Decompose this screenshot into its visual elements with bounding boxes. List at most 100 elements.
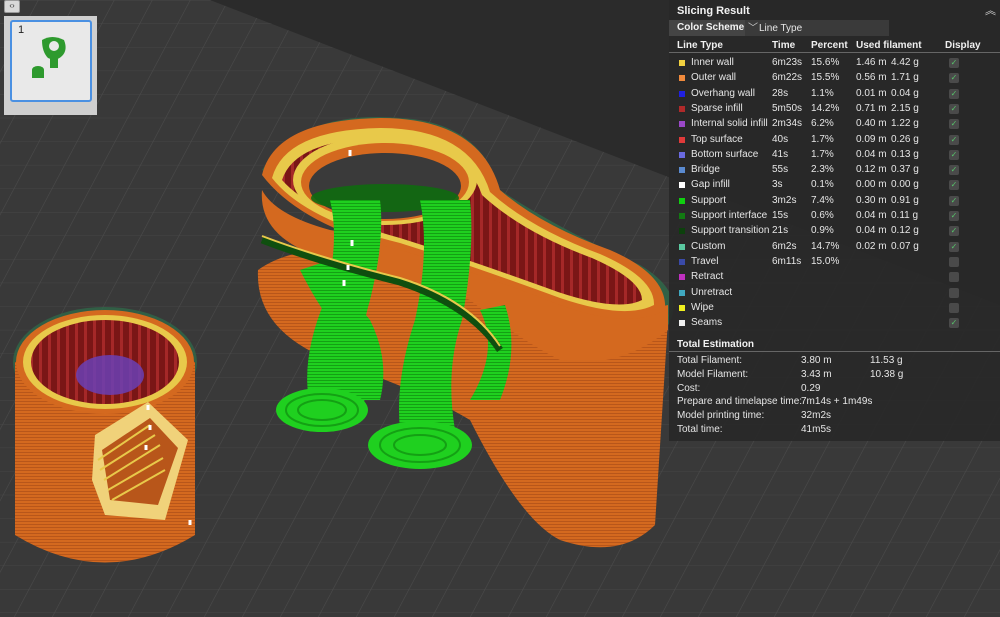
display-checkbox[interactable]: ✓ [949, 211, 959, 221]
line-type-name: Top surface [691, 133, 743, 145]
display-checkbox[interactable]: ✓ [949, 119, 959, 130]
line-type-percent: 6.2% [811, 118, 834, 130]
line-type-percent: 0.6% [811, 210, 834, 221]
display-checkbox[interactable]: ✓ [949, 226, 959, 237]
line-type-row[interactable]: Top surface 40s 1.7% 0.09 m 0.26 g ✓ [669, 134, 1000, 149]
estimation-title: Total Estimation [677, 339, 755, 350]
line-type-row[interactable]: Bridge 55s 2.3% 0.12 m 0.37 g ✓ [669, 164, 1000, 179]
display-checkbox[interactable]: ✓ [949, 180, 959, 191]
display-checkbox[interactable]: ✓ [949, 165, 959, 176]
line-type-weight: 0.04 g [891, 87, 919, 99]
line-type-name: Support transition [691, 225, 770, 237]
line-type-percent: 0.9% [811, 225, 834, 237]
line-type-time: 6m23s [772, 57, 803, 68]
line-type-color-swatch [679, 151, 685, 158]
line-type-row[interactable]: Retract [669, 271, 1000, 286]
line-type-name: Wipe [691, 301, 714, 313]
display-checkbox[interactable]: ✓ [949, 134, 959, 145]
line-type-row[interactable]: Travel 6m11s 15.0% [669, 256, 1000, 271]
line-type-row[interactable]: Outer wall 6m22s 15.5% 0.56 m 1.71 g ✓ [669, 72, 1000, 87]
line-type-row[interactable]: Support interface 15s 0.6% 0.04 m 0.11 g ✓ [669, 210, 1000, 225]
line-type-color-swatch [679, 274, 685, 281]
estimation-row: Total time: 41m5s [669, 424, 1000, 438]
small-cylinder-model[interactable] [13, 307, 197, 563]
line-type-weight: 4.42 g [891, 57, 919, 68]
color-scheme-dropdown[interactable]: ﹀Line Type [745, 20, 889, 36]
estimation-value: 41m5s [801, 424, 832, 435]
line-type-name: Bridge [691, 164, 720, 176]
estimation-row: Model printing time: 32m2s [669, 410, 1000, 424]
line-type-row[interactable]: Internal solid infill 2m34s 6.2% 0.40 m 1.22… [669, 118, 1000, 133]
line-type-length: 0.30 m [856, 194, 887, 206]
line-type-time: 6m2s [772, 240, 797, 252]
estimation-row: Total Filament: 3.80 m 11.53 g [669, 355, 1000, 369]
estimation-value: 0.29 [801, 382, 821, 394]
header-percent: Percent [811, 40, 848, 51]
line-type-color-swatch [679, 228, 685, 235]
collapse-arrows-icon[interactable]: ‹› [4, 0, 20, 13]
line-type-color-swatch [679, 243, 685, 250]
line-type-weight: 0.11 g [891, 210, 919, 221]
line-type-weight: 0.37 g [891, 164, 919, 176]
line-type-percent: 1.7% [811, 133, 834, 145]
line-type-time: 28s [772, 87, 789, 99]
estimation-row: Cost: 0.29 [669, 383, 1000, 397]
line-type-name: Gap infill [691, 179, 730, 191]
line-type-length: 0.71 m [856, 102, 887, 114]
line-type-row[interactable]: Wipe [669, 302, 1000, 317]
line-type-row[interactable]: Unretract [669, 287, 1000, 302]
line-type-color-swatch [679, 90, 685, 97]
line-type-row[interactable]: Overhang wall 28s 1.1% 0.01 m 0.04 g ✓ [669, 88, 1000, 103]
estimation-row: Model Filament: 3.43 m 10.38 g [669, 369, 1000, 383]
estimation-value: 3.80 m [801, 355, 832, 366]
line-type-weight: 0.00 g [891, 179, 919, 191]
line-type-length: 1.46 m [856, 57, 887, 68]
line-type-row[interactable]: Inner wall 6m23s 15.6% 1.46 m 4.42 g ✓ [669, 57, 1000, 72]
line-type-name: Outer wall [691, 72, 737, 84]
display-checkbox[interactable]: ✓ [949, 241, 959, 252]
line-type-percent: 0.1% [811, 179, 834, 191]
display-checkbox[interactable]: ✓ [949, 73, 959, 84]
display-checkbox[interactable] [949, 302, 959, 313]
line-type-percent: 14.2% [811, 102, 840, 114]
line-type-percent: 15.5% [811, 72, 840, 84]
line-type-weight: 0.12 g [891, 225, 919, 237]
estimation-value: 3.43 m [801, 368, 832, 380]
panel-title: Slicing Result [677, 5, 750, 17]
line-type-length: 0.12 m [856, 164, 887, 176]
line-type-name: Unretract [691, 286, 733, 298]
line-type-color-swatch [679, 75, 685, 82]
line-type-row[interactable]: Gap infill 3s 0.1% 0.00 m 0.00 g ✓ [669, 179, 1000, 194]
line-type-name: Bottom surface [691, 148, 759, 160]
estimation-value-2: 11.53 g [870, 355, 903, 366]
line-type-length: 0.40 m [856, 118, 887, 130]
display-checkbox[interactable] [949, 256, 959, 267]
line-type-length: 0.04 m [856, 148, 887, 160]
line-type-color-swatch [679, 136, 685, 143]
plate-index: 1 [18, 24, 25, 36]
line-type-row[interactable]: Custom 6m2s 14.7% 0.02 m 0.07 g ✓ [669, 241, 1000, 256]
line-type-color-swatch [679, 213, 685, 219]
line-type-row[interactable]: Seams ✓ [669, 317, 1000, 332]
display-checkbox[interactable] [949, 287, 959, 298]
line-type-length: 0.00 m [856, 179, 887, 191]
line-type-row[interactable]: Sparse infill 5m50s 14.2% 0.71 m 2.15 g ✓ [669, 103, 1000, 118]
display-checkbox[interactable] [949, 272, 959, 283]
line-type-percent: 7.4% [811, 194, 834, 206]
display-checkbox[interactable]: ✓ [949, 149, 959, 160]
display-checkbox[interactable]: ✓ [949, 318, 959, 329]
line-type-row[interactable]: Bottom surface 41s 1.7% 0.04 m 0.13 g ✓ [669, 149, 1000, 164]
estimation-label: Model Filament: [677, 368, 749, 380]
display-checkbox[interactable]: ✓ [949, 103, 959, 114]
line-type-row[interactable]: Support 3m2s 7.4% 0.30 m 0.91 g ✓ [669, 195, 1000, 210]
line-type-row[interactable]: Support transition 21s 0.9% 0.04 m 0.12 g ✓ [669, 225, 1000, 240]
line-type-color-swatch [679, 105, 685, 112]
line-type-weight: 0.07 g [891, 240, 919, 252]
display-checkbox[interactable]: ✓ [949, 88, 959, 99]
panel-collapse-icon[interactable]: ︽ [985, 2, 996, 18]
display-checkbox[interactable]: ✓ [949, 195, 959, 206]
plate-thumbnail[interactable]: 1 [10, 20, 92, 102]
line-type-color-swatch [679, 320, 685, 327]
line-type-percent: 2.3% [811, 164, 834, 176]
display-checkbox[interactable]: ✓ [949, 58, 959, 68]
